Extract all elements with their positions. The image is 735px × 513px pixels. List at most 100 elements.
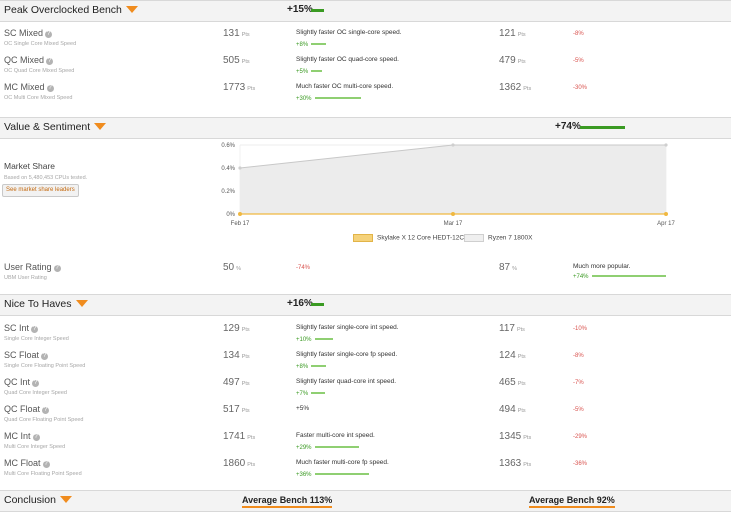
gain-bar [314,473,369,476]
row-desc: Much more popular. [573,263,631,270]
gain-bar [311,43,327,46]
section-header-conclusion[interactable]: Conclusion [0,490,731,512]
row-sub: UBM User Rating [4,275,47,281]
gain-bar [314,338,333,341]
help-icon[interactable]: ? [41,353,49,360]
benchmark-row: MC Int? Multi Core Integer Speed 1741 Pts Fa… [0,431,731,458]
percent-bar [311,303,324,306]
value-b: 1363 Pts [499,458,532,469]
row-sub: Quad Core Floating Point Speed [4,417,84,423]
row-plus: +10% [296,337,333,343]
row-plus: +5% [296,69,323,75]
value-a: 1773 Pts [223,82,256,93]
legend-item-a[interactable]: Skylake X 12 Core HEDT-12C [353,234,464,242]
help-icon[interactable]: ? [45,31,53,38]
row-desc: Slightly faster single-core int speed. [296,324,399,331]
y-tick-label: 0.4% [221,166,235,172]
row-name: MC Int? [4,431,40,441]
help-icon[interactable]: ? [32,434,40,441]
row-desc: +5% [296,405,310,412]
value-b: 465 Pts [499,377,526,388]
chevron-down-icon [94,122,107,130]
series-point-skylake [664,212,668,216]
section-percent: +74% [555,121,581,132]
row-sub: Single Core Integer Speed [4,336,69,342]
row-plus: +30% [296,96,361,102]
legend-item-b[interactable]: Ryzen 7 1800X [464,234,532,242]
gain-bar [314,446,360,449]
section-percent: +16% [287,298,313,309]
help-icon[interactable]: ? [32,380,40,387]
section-title: Nice To Haves [4,298,88,310]
help-icon[interactable]: ? [31,326,39,333]
value-a: 131 Pts [223,28,250,39]
row-plus: +7% [296,391,325,397]
help-icon[interactable]: ? [53,265,61,272]
value-a: 50% [223,262,242,273]
value-b: 1362 Pts [499,82,532,93]
row-sub: Quad Core Integer Speed [4,390,67,396]
diff-b: -29% [573,434,588,440]
section-header-nice[interactable]: Nice To Haves +16% [0,294,731,316]
row-desc: Much faster multi-core fp speed. [296,459,389,466]
row-sub: OC Quad Core Mixed Speed [4,68,75,74]
row-name: MC Mixed? [4,82,54,92]
percent-bar [580,126,625,129]
benchmark-row: MC Float? Multi Core Floating Point Speed… [0,458,731,485]
help-icon[interactable]: ? [46,58,54,65]
row-desc: Slightly faster quad-core int speed. [296,378,397,385]
y-tick-label: 0% [226,212,235,218]
benchmark-row: QC Float? Quad Core Floating Point Speed 5… [0,404,731,431]
value-b: 87% [499,262,518,273]
section-percent: +15% [287,4,313,15]
help-icon[interactable]: ? [46,85,54,92]
section-title: Value & Sentiment [4,121,107,133]
legend-swatch-a [353,234,373,242]
diff-b: -36% [573,461,588,467]
series-point-ryzen [664,143,668,147]
row-name: User Rating? [4,262,61,272]
section-header-peak[interactable]: Peak Overclocked Bench +15% [0,0,731,22]
row-plus: +74% [573,274,666,280]
value-a: 1741 Pts [223,431,256,442]
value-b: 117 Pts [499,323,525,334]
section-title: Conclusion [4,494,72,506]
diff-a: -74% [296,265,311,271]
value-b: 124 Pts [499,350,526,361]
series-point-skylake [238,212,242,216]
row-name: QC Mixed? [4,55,54,65]
help-icon[interactable]: ? [42,407,50,414]
gain-bar [311,365,327,368]
conclusion-avg-a: Average Bench 113% [242,495,333,508]
row-desc: Slightly faster single-core fp speed. [296,351,398,358]
row-desc: Faster multi-core int speed. [296,432,375,439]
row-name: QC Float? [4,404,50,414]
benchmark-row: QC Mixed? OC Quad Core Mixed Speed 505 Pts S… [0,55,731,82]
row-plus: +36% [296,472,369,478]
x-tick-label: Feb 17 [231,221,250,227]
benchmark-row: SC Int? Single Core Integer Speed 129 Pts Sl… [0,323,731,350]
x-tick-label: Mar 17 [444,221,463,227]
y-tick-label: 0.2% [221,189,235,195]
row-name: SC Float? [4,350,49,360]
row-name: SC Mixed? [4,28,53,38]
gain-bar [311,392,325,395]
row-sub: Single Core Floating Point Speed [4,363,86,369]
row-name: MC Float? [4,458,50,468]
chevron-down-icon [59,495,72,503]
value-b: 1345 Pts [499,431,532,442]
series-point-ryzen [238,166,242,170]
row-desc: Much faster OC multi-core speed. [296,83,394,90]
gain-bar [311,70,323,73]
row-name: QC Int? [4,377,40,387]
diff-b: -30% [573,85,588,91]
row-plus: +8% [296,42,327,48]
x-tick-label: Apr 17 [657,221,675,227]
help-icon[interactable]: ? [42,461,50,468]
gain-bar [591,275,666,278]
row-sub: Multi Core Integer Speed [4,444,66,450]
percent-bar [311,9,324,12]
chevron-down-icon [125,5,138,13]
diff-b: -5% [573,407,584,413]
row-plus: +8% [296,364,327,370]
